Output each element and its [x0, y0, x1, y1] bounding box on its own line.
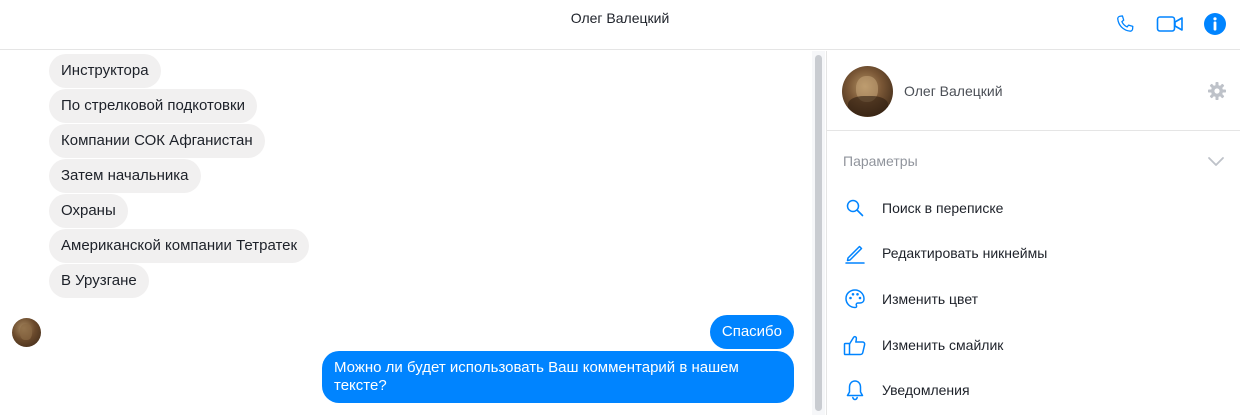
pencil-icon [843, 241, 867, 265]
incoming-message: Охраны [49, 194, 128, 228]
incoming-message: По стрелковой подкотовки [49, 89, 257, 123]
outgoing-message: Спасибо [709, 315, 794, 349]
incoming-message: Компании СОК Афганистан [49, 124, 265, 158]
profile-avatar[interactable] [842, 66, 893, 117]
profile-header: Олег Валецкий [827, 51, 1240, 131]
thread-scrollbar[interactable] [812, 51, 825, 415]
outgoing-message: Можно ли будет использовать Ваш коммента… [322, 351, 794, 403]
menu-item-label: Изменить цвет [882, 291, 979, 307]
menu-item-search-conversation[interactable]: Поиск в переписке [827, 190, 1240, 226]
message-thread[interactable]: Инструктора По стрелковой подкотовки Ком… [0, 51, 812, 415]
menu-item-label: Уведомления [882, 382, 970, 398]
chevron-down-icon [1208, 157, 1224, 166]
settings-button[interactable] [1207, 81, 1227, 101]
conversation-details-panel: Олег Валецкий Параметры Поиск в переписк… [826, 51, 1240, 415]
palette-icon [843, 287, 867, 311]
menu-item-change-emoji[interactable]: Изменить смайлик [827, 327, 1240, 363]
menu-item-label: Редактировать никнеймы [882, 245, 1048, 261]
gear-icon [1208, 82, 1226, 100]
menu-item-notifications[interactable]: Уведомления [827, 372, 1240, 408]
menu-item-label: Изменить смайлик [882, 337, 1004, 353]
menu-item-change-color[interactable]: Изменить цвет [827, 281, 1240, 317]
voice-call-button[interactable] [1112, 11, 1138, 37]
options-section-toggle[interactable]: Параметры [827, 146, 1240, 176]
thumbs-up-icon [843, 333, 867, 357]
incoming-message: В Урузгане [49, 264, 149, 298]
phone-icon [1117, 15, 1134, 32]
options-section-title: Параметры [843, 153, 918, 169]
profile-name[interactable]: Олег Валецкий [904, 83, 1003, 99]
sender-avatar[interactable] [12, 318, 41, 347]
incoming-message: Американской компании Тетратек [49, 229, 310, 263]
incoming-message: Затем начальника [49, 159, 201, 193]
scrollbar-thumb[interactable] [815, 55, 822, 411]
menu-item-edit-nicknames[interactable]: Редактировать никнеймы [827, 235, 1240, 271]
info-icon [1204, 13, 1226, 35]
conversation-title: Олег Валецкий [570, 10, 670, 26]
menu-item-label: Поиск в переписке [882, 200, 1004, 216]
incoming-message: Инструктора [49, 54, 161, 88]
video-call-button[interactable] [1155, 11, 1185, 37]
bell-icon [843, 378, 867, 402]
video-camera-icon [1156, 16, 1183, 32]
search-icon [843, 196, 867, 220]
conversation-info-button[interactable] [1202, 11, 1228, 37]
conversation-header: Олег Валецкий [0, 0, 1240, 50]
